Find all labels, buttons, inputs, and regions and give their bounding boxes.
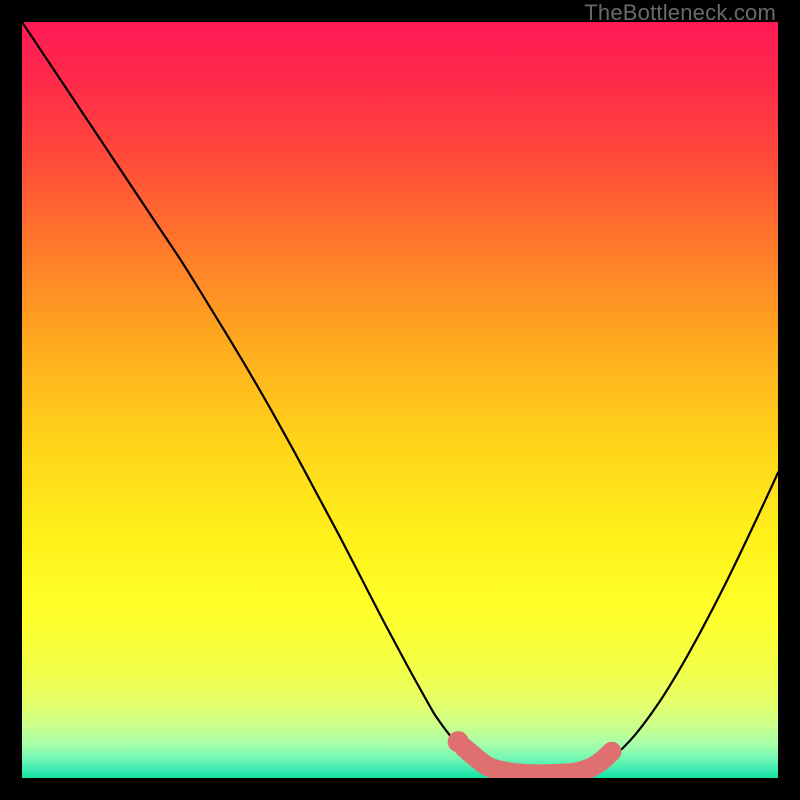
curve-layer [22,22,778,778]
chart-canvas: TheBottleneck.com [0,0,800,800]
plot-area [22,22,778,778]
highlight-segment [464,748,611,774]
bottleneck-curve [22,22,778,774]
highlight-start-dot [448,731,469,752]
watermark-text: TheBottleneck.com [584,0,776,26]
